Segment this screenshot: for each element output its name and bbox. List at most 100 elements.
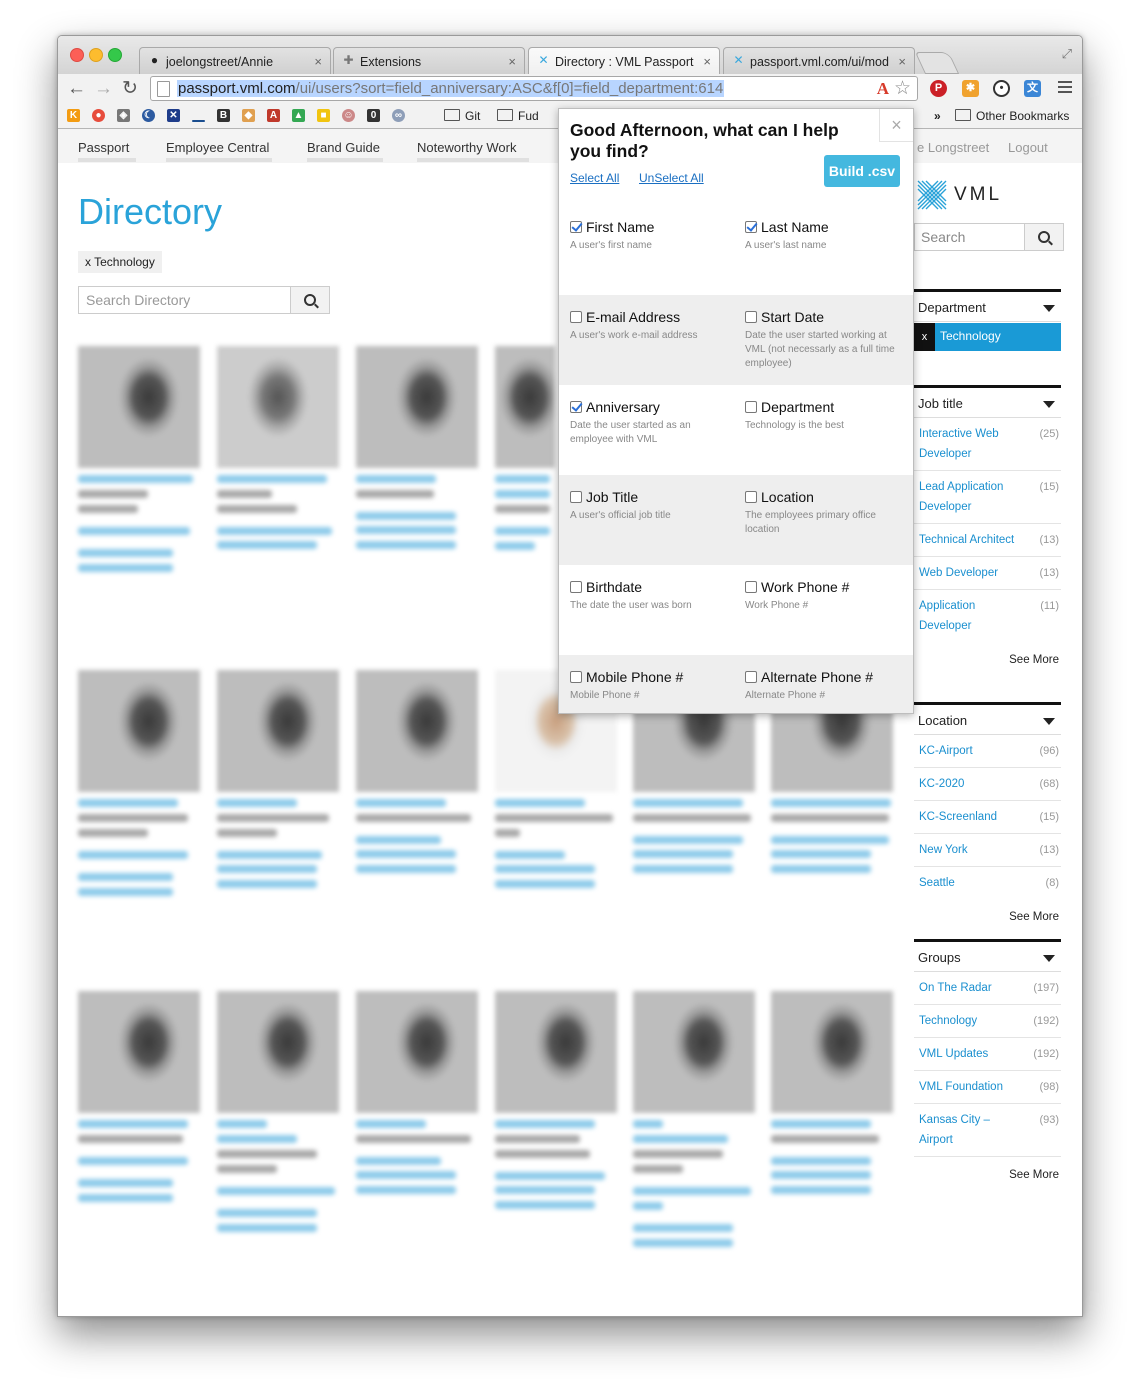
bookmark-icon[interactable]: ◆: [242, 109, 255, 122]
facet-header[interactable]: Location: [914, 702, 1061, 735]
search-input[interactable]: Search Directory: [86, 292, 190, 308]
field-label[interactable]: Work Phone #: [761, 579, 849, 595]
facet-item[interactable]: Web Developer (13): [914, 557, 1061, 590]
facet-item-label[interactable]: Interactive Web Developer: [919, 428, 999, 460]
selected-department[interactable]: x Technology: [914, 323, 1061, 351]
bookmark-icon[interactable]: ✕: [167, 109, 180, 122]
minimize-window-button[interactable]: [89, 48, 103, 62]
field-checkbox[interactable]: [745, 491, 757, 503]
logout-link[interactable]: Logout: [1008, 140, 1048, 155]
font-extension-icon[interactable]: A: [877, 79, 889, 99]
bookmark-icon[interactable]: ∞: [392, 109, 405, 122]
person-card[interactable]: [356, 991, 478, 1194]
field-checkbox[interactable]: [570, 581, 582, 593]
field-label[interactable]: Last Name: [761, 219, 829, 235]
person-card[interactable]: [78, 991, 200, 1202]
field-label[interactable]: Mobile Phone #: [586, 669, 683, 685]
bookmark-icon[interactable]: ◈: [117, 109, 130, 122]
facet-item[interactable]: On The Radar (197): [914, 972, 1061, 1005]
bookmark-icon[interactable]: K: [67, 109, 80, 122]
facet-header[interactable]: Job title: [914, 385, 1061, 418]
remove-filter-button[interactable]: x: [914, 323, 935, 351]
zoom-window-button[interactable]: [108, 48, 122, 62]
person-card[interactable]: [356, 670, 478, 873]
see-more-link[interactable]: See More: [914, 1157, 1061, 1181]
tab-passport-mod[interactable]: ✕ passport.vml.com/ui/mod ×: [723, 47, 915, 74]
tab-directory[interactable]: ✕ Directory : VML Passport ×: [528, 47, 720, 74]
person-card[interactable]: [78, 346, 200, 572]
new-tab-button[interactable]: [914, 52, 960, 74]
tab-github[interactable]: ● joelongstreet/Annie ×: [139, 47, 331, 74]
facet-item[interactable]: Interactive Web Developer (25): [914, 418, 1061, 471]
field-checkbox[interactable]: [745, 671, 757, 683]
other-bookmarks[interactable]: Other Bookmarks: [955, 109, 1069, 123]
bookmark-folder-git[interactable]: Git: [444, 109, 480, 123]
close-icon[interactable]: ×: [508, 54, 516, 69]
facet-item[interactable]: Kansas City – Airport (93): [914, 1104, 1061, 1157]
person-card[interactable]: [217, 346, 339, 549]
bookmark-icon[interactable]: ☺: [342, 109, 355, 122]
field-label[interactable]: Birthdate: [586, 579, 642, 595]
close-window-button[interactable]: [70, 48, 84, 62]
unselect-all-link[interactable]: UnSelect All: [639, 171, 704, 185]
address-bar[interactable]: passport.vml.com/ui/users?sort=field_ann…: [150, 76, 918, 101]
facet-item-label[interactable]: VML Foundation: [919, 1081, 1003, 1093]
extension-icon[interactable]: ✱: [962, 80, 979, 97]
person-card[interactable]: [495, 346, 555, 550]
circle-extension-icon[interactable]: •: [993, 80, 1010, 97]
facet-item[interactable]: VML Foundation (98): [914, 1071, 1061, 1104]
facet-item[interactable]: KC-Airport (96): [914, 735, 1061, 768]
facet-item[interactable]: Seattle (8): [914, 867, 1061, 899]
facet-item-label[interactable]: Technical Architect: [919, 534, 1014, 546]
facet-item-label[interactable]: Kansas City – Airport: [919, 1114, 990, 1146]
field-checkbox[interactable]: [570, 221, 582, 233]
field-label[interactable]: E-mail Address: [586, 309, 680, 325]
field-checkbox[interactable]: [745, 221, 757, 233]
close-icon[interactable]: ×: [703, 54, 711, 69]
field-checkbox[interactable]: [570, 671, 582, 683]
field-label[interactable]: Start Date: [761, 309, 824, 325]
facet-item-label[interactable]: Web Developer: [919, 567, 998, 579]
caret-down-icon[interactable]: [1043, 955, 1055, 962]
bookmark-icon[interactable]: ☾: [142, 109, 155, 122]
search-input[interactable]: Search: [921, 229, 965, 245]
facet-item-label[interactable]: KC-2020: [919, 778, 964, 790]
bookmark-icon[interactable]: 0: [367, 109, 380, 122]
reload-icon[interactable]: ↻: [122, 79, 138, 99]
see-more-link[interactable]: See More: [914, 899, 1061, 923]
back-arrow-icon[interactable]: ←: [67, 79, 86, 99]
bookmark-icon[interactable]: [192, 120, 205, 122]
bookmark-icon[interactable]: ●: [92, 109, 105, 122]
pinterest-icon[interactable]: P: [930, 80, 947, 97]
nav-employee-central[interactable]: Employee Central: [166, 140, 269, 155]
field-label[interactable]: Department: [761, 399, 834, 415]
facet-item-label[interactable]: Application Developer: [919, 600, 975, 632]
facet-item-label[interactable]: On The Radar: [919, 982, 992, 994]
select-all-link[interactable]: Select All: [570, 171, 619, 185]
user-name-link[interactable]: e Longstreet: [917, 140, 989, 155]
bookmark-icon[interactable]: ■: [317, 109, 330, 122]
caret-down-icon[interactable]: [1043, 401, 1055, 408]
bookmark-icon[interactable]: A: [267, 109, 280, 122]
build-csv-button[interactable]: Build .csv: [824, 155, 900, 187]
bookmark-star-icon[interactable]: ☆: [894, 77, 911, 100]
facet-item-label[interactable]: Seattle: [919, 877, 955, 889]
caret-down-icon[interactable]: [1043, 305, 1055, 312]
person-card[interactable]: [78, 670, 200, 896]
facet-header[interactable]: Groups: [914, 939, 1061, 972]
facet-item-label[interactable]: KC-Screenland: [919, 811, 997, 823]
nav-noteworthy-work[interactable]: Noteworthy Work: [417, 140, 516, 155]
facet-item-label[interactable]: Lead Application Developer: [919, 481, 1003, 513]
field-checkbox[interactable]: [745, 581, 757, 593]
field-checkbox[interactable]: [570, 491, 582, 503]
field-checkbox[interactable]: [745, 311, 757, 323]
person-card[interactable]: [633, 991, 755, 1247]
caret-down-icon[interactable]: [1043, 718, 1055, 725]
facet-item[interactable]: Technology (192): [914, 1005, 1061, 1038]
field-checkbox[interactable]: [570, 311, 582, 323]
drive-icon[interactable]: ▲: [292, 109, 305, 122]
person-card[interactable]: [217, 670, 339, 888]
filter-chip-technology[interactable]: x Technology: [78, 251, 162, 273]
person-card[interactable]: [217, 991, 339, 1232]
facet-item[interactable]: Lead Application Developer (15): [914, 471, 1061, 524]
